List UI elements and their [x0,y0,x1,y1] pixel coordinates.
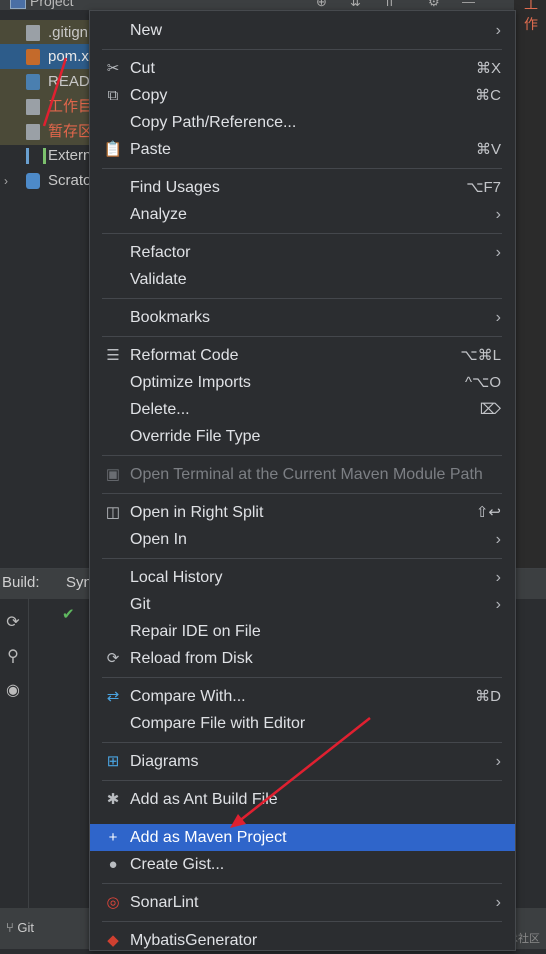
menu-item-override-file-type[interactable]: Override File Type [90,423,515,450]
eye-icon[interactable]: ◉ [4,680,22,699]
menu-item-copy-path[interactable]: Copy Path/Reference... [90,109,515,136]
tree-item-pom[interactable]: pom.x [0,44,92,70]
editor-tab[interactable]: 工作 [524,0,546,34]
menu-item-copy[interactable]: ⧉ Copy ⌘C [90,82,515,109]
menu-item-local-history[interactable]: Local History › [90,564,515,591]
menu-separator [102,233,502,234]
menu-item-bookmarks[interactable]: Bookmarks › [90,304,515,331]
menu-item-reformat-code[interactable]: ☰ Reformat Code ⌥⌘L [90,342,515,369]
menu-item-delete[interactable]: Delete... ⌦ [90,396,515,423]
refresh-icon[interactable]: ⟳ [4,612,22,631]
github-icon: ● [108,855,118,873]
plus-icon: + [108,828,118,846]
xml-file-icon [26,49,40,65]
locate-icon[interactable]: ⊕ [316,0,330,9]
menu-item-paste[interactable]: 📋 Paste ⌘V [90,136,515,163]
menu-item-mybatis-generator[interactable]: ◆ MybatisGenerator [90,927,515,954]
build-side-toolbar: ⟳ ⚲ ◉ [0,598,29,908]
menu-item-open-in[interactable]: Open In › [90,526,515,553]
terminal-icon: ▣ [105,466,121,483]
compare-arrows-icon: ⇄ [106,688,120,705]
success-check-icon: ✔ [62,606,75,623]
git-status[interactable]: ⑂ Git [6,920,34,935]
tree-item-staging[interactable]: 暂存区 [0,119,92,145]
menu-separator [102,780,502,781]
chevron-right-icon: › [495,569,501,586]
tree-item-gitignore[interactable]: .gitign [0,20,92,46]
menu-separator [102,336,502,337]
pin-icon[interactable]: ⚲ [4,646,22,665]
diagram-icon: ⊞ [106,753,120,770]
chevron-right-icon: › [495,894,501,911]
settings-gear-icon[interactable]: ⚙ [428,0,442,9]
menu-separator [102,677,502,678]
ant-icon: ✱ [106,791,120,808]
clipboard-icon: 📋 [103,141,123,158]
text-file-icon [26,124,40,140]
menu-item-find-usages[interactable]: Find Usages ⌥F7 [90,174,515,201]
gitignore-file-icon [26,25,40,41]
chevron-right-icon: › [495,206,501,223]
tree-item-scratches[interactable]: › Scrato [0,168,92,194]
reformat-icon: ☰ [106,347,120,364]
chevron-right-icon: › [495,22,501,39]
editor-area: 工作 [514,0,546,570]
menu-item-cut[interactable]: ✂ Cut ⌘X [90,55,515,82]
project-icon [10,0,26,9]
external-libraries-icon [26,148,46,164]
chevron-right-icon: › [495,753,501,770]
menu-separator [102,558,502,559]
text-file-icon [26,99,40,115]
menu-separator [102,455,502,456]
menu-item-open-terminal[interactable]: ▣ Open Terminal at the Current Maven Mod… [90,461,515,488]
reload-icon: ⟳ [106,650,120,667]
menu-item-git[interactable]: Git › [90,591,515,618]
menu-separator [102,742,502,743]
tree-item-external-libraries[interactable]: Extern [0,143,92,169]
menu-item-diagrams[interactable]: ⊞ Diagrams › [90,748,515,775]
sync-tab[interactable]: Syn [66,574,92,591]
chevron-right-icon: › [495,309,501,326]
menu-separator [102,493,502,494]
menu-item-compare-with[interactable]: ⇄ Compare With... ⌘D [90,683,515,710]
collapse-all-icon[interactable]: ⇈ [384,0,398,9]
menu-item-refactor[interactable]: Refactor › [90,239,515,266]
scissors-icon: ✂ [106,60,120,77]
menu-item-compare-with-editor[interactable]: Compare File with Editor [90,710,515,737]
menu-separator [102,921,502,922]
project-label[interactable]: Project [30,0,74,9]
mybatis-bird-icon: ◆ [107,932,119,949]
menu-item-open-right-split[interactable]: ◫ Open in Right Split ⇧↩ [90,499,515,526]
chevron-right-icon: › [495,596,501,613]
menu-item-repair-ide[interactable]: Repair IDE on File [90,618,515,645]
tree-item-readme[interactable]: READ [0,69,92,95]
sonarlint-icon: ◎ [106,894,120,911]
context-menu: New › ✂ Cut ⌘X ⧉ Copy ⌘C Copy Path/Refer… [89,10,516,951]
menu-item-analyze[interactable]: Analyze › [90,201,515,228]
menu-item-sonarlint[interactable]: ◎ SonarLint › [90,889,515,916]
copy-icon: ⧉ [107,86,119,104]
chevron-right-icon: › [495,531,501,548]
menu-separator [102,298,502,299]
menu-separator [102,883,502,884]
menu-item-add-maven-project[interactable]: + Add as Maven Project [90,824,515,851]
chevron-right-icon[interactable]: › [4,168,8,194]
menu-item-optimize-imports[interactable]: Optimize Imports ^⌥O [90,369,515,396]
scratches-icon [26,173,40,189]
menu-separator [102,49,502,50]
menu-item-validate[interactable]: Validate [90,266,515,293]
menu-separator [102,168,502,169]
expand-all-icon[interactable]: ⇊ [350,0,364,9]
hide-icon[interactable]: — [462,0,476,9]
project-toolbar: Project ⊕ ⇊ ⇈ ⚙ — [0,0,546,10]
build-tab[interactable]: Build: [2,574,40,591]
tree-item-workdir[interactable]: 工作目 [0,94,92,120]
menu-item-create-gist[interactable]: ● Create Gist... [90,851,515,878]
split-right-icon: ◫ [105,504,121,521]
menu-item-reload-from-disk[interactable]: ⟳ Reload from Disk [90,645,515,672]
markdown-file-icon [26,74,40,90]
chevron-right-icon: › [495,244,501,261]
menu-item-new[interactable]: New › [90,17,515,44]
menu-item-add-ant-build[interactable]: ✱ Add as Ant Build File [90,786,515,813]
